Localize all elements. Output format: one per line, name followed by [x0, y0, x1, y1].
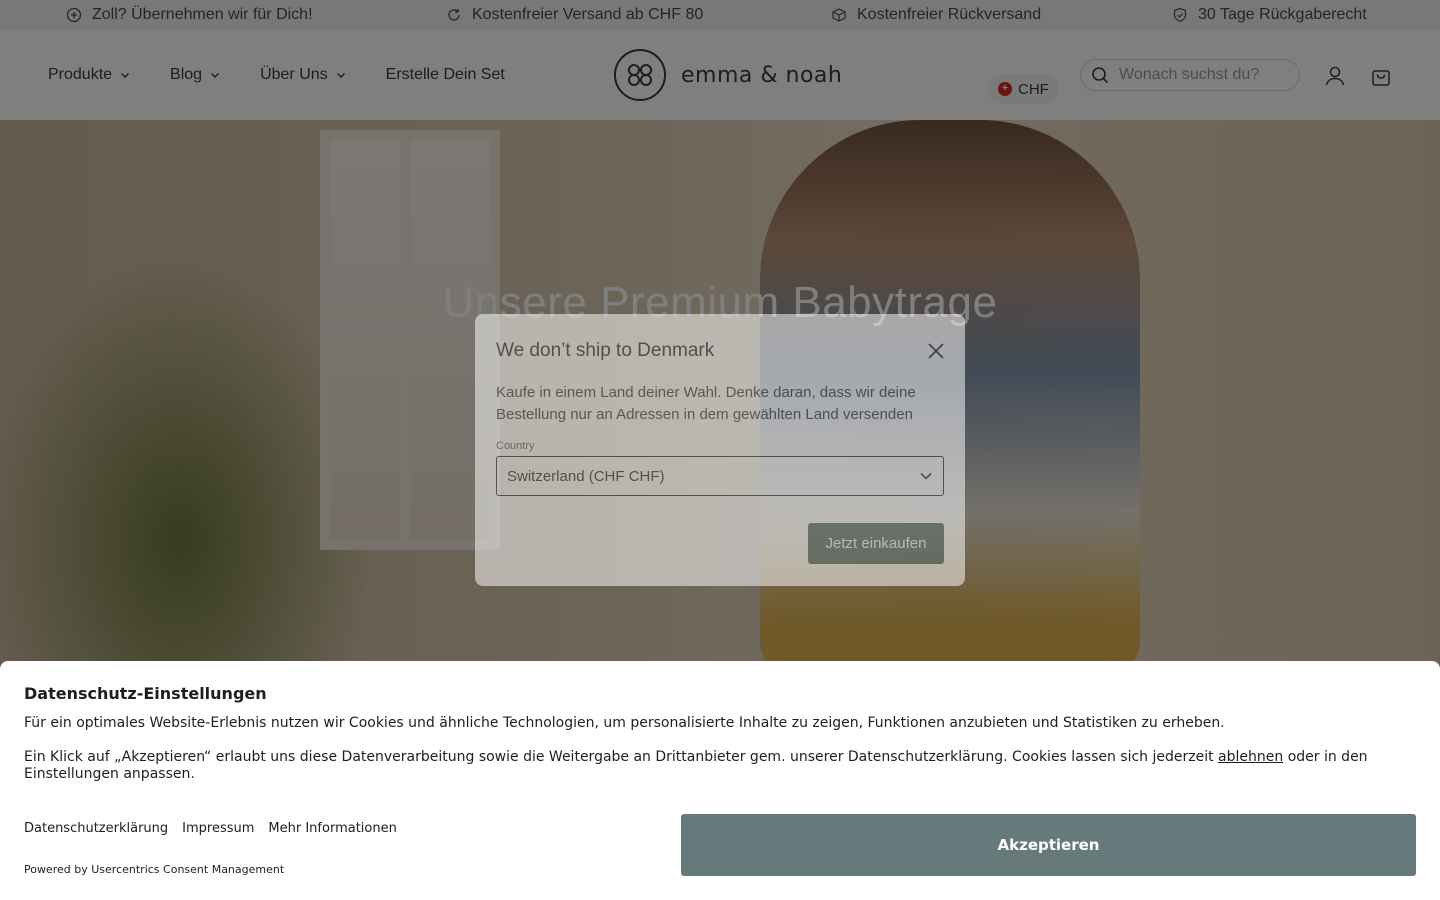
more-info-link[interactable]: Mehr Informationen [268, 821, 396, 836]
privacy-policy-link[interactable]: Datenschutzerklärung [24, 821, 168, 836]
powered-by: Powered by Usercentrics Consent Manageme… [24, 863, 285, 876]
reject-link[interactable]: ablehnen [1218, 749, 1283, 765]
imprint-link[interactable]: Impressum [182, 821, 254, 836]
modal-description: Kaufe in einem Land deiner Wahl. Denke d… [496, 384, 916, 423]
cookie-consent-banner: Datenschutz-Einstellungen Für ein optima… [0, 661, 1440, 900]
close-icon[interactable] [927, 342, 945, 360]
shop-now-button[interactable]: Jetzt einkaufen [808, 523, 944, 564]
consent-details: Ein Klick auf „Akzeptieren“ erlaubt uns … [24, 749, 1404, 783]
consent-description: Für ein optimales Website-Erlebnis nutze… [24, 715, 1225, 731]
country-label: Country [496, 440, 535, 452]
consent-links: Datenschutzerklärung Impressum Mehr Info… [24, 821, 411, 836]
modal-title: We don’t ship to Denmark [496, 340, 715, 361]
shipping-country-modal: We don’t ship to Denmark Kaufe in einem … [475, 314, 965, 586]
country-value: Switzerland (CHF CHF) [507, 467, 665, 485]
accept-button[interactable]: Akzeptieren [681, 814, 1416, 876]
consent-title: Datenschutz-Einstellungen [24, 684, 267, 703]
country-select[interactable]: Switzerland (CHF CHF) [496, 456, 944, 496]
consent-details-text: Ein Klick auf „Akzeptieren“ erlaubt uns … [24, 749, 1219, 765]
chevron-down-icon [920, 472, 932, 480]
